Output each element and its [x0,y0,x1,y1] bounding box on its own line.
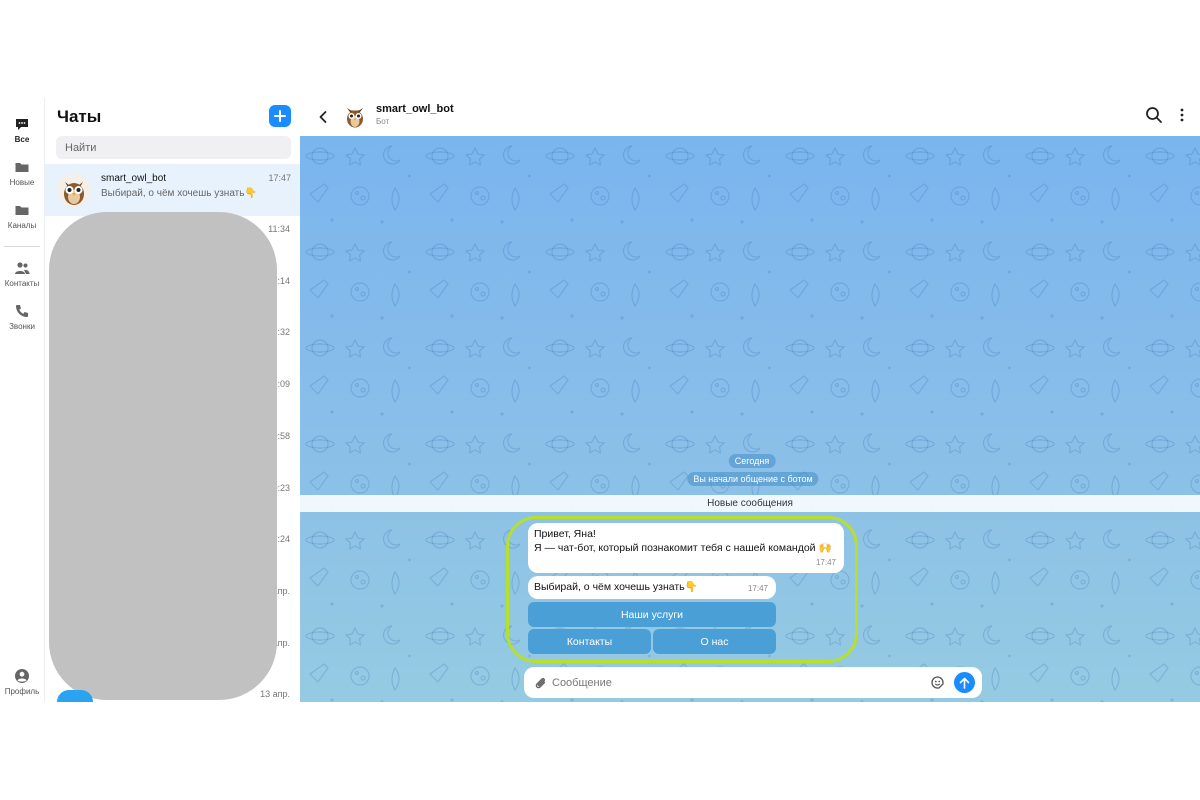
chat-time: 11:34 [268,224,290,234]
message-text: Привет, Яна! [534,528,596,540]
rail-item-profile[interactable]: Профиль [0,668,44,696]
chat-name: smart_owl_bot [101,173,167,184]
message-text: Выбирай, о чём хочешь узнать👇 [534,581,698,593]
conversation-header: smart_owl_bot Бот [300,98,1200,136]
folder-icon [15,163,29,172]
rail-item-label: Контакты [4,279,40,288]
chat-bubble-icon [16,119,28,130]
rail-item-label: Все [14,135,30,144]
rail-item-calls[interactable]: Звонки [0,303,44,331]
message-time: 17:47 [747,584,768,593]
message-text: Я — чат-бот, который познакомит тебя с н… [534,542,832,554]
chat-list-panel: Чаты smart_owl_bot Выбирай, о чём х [44,98,301,702]
rail-divider [4,246,40,247]
contacts-icon [15,262,30,274]
phone-icon [16,305,28,317]
conversation-subtitle: Бот [376,117,390,126]
messenger-app: Все Новые Каналы Контакты Звонки Профиль… [0,98,1200,702]
owl-icon [57,173,91,207]
message-input[interactable] [552,672,922,693]
new-messages-label: Новые сообщения [707,498,793,509]
arrow-up-icon [959,677,970,689]
rail-item-label: Звонки [9,322,35,331]
sticker-icon[interactable] [930,675,945,690]
more-menu-button[interactable] [1175,106,1189,124]
attach-icon[interactable] [533,675,547,690]
chat-row-smart-owl-bot[interactable]: smart_owl_bot Выбирай, о чём хочешь узна… [45,164,301,216]
rail-item-channels[interactable]: Каналы [0,202,44,230]
date-pill: Сегодня [728,454,776,468]
owl-avatar [347,108,363,128]
chat-wallpaper: Сегодня Вы начали общение с ботом Новые … [300,136,1200,702]
conversation-title: smart_owl_bot [376,103,454,115]
avatar [57,690,93,702]
conversation-panel: smart_owl_bot Бот Сегодня Вы начали обще… [300,98,1200,702]
more-vertical-icon [1180,108,1184,122]
new-messages-divider: Новые сообщения [300,495,1200,512]
inline-button-about[interactable]: О нас [653,629,776,654]
message-time: 17:47 [815,558,836,567]
rail-item-label: Новые [9,178,35,187]
message-composer [524,667,982,698]
send-button[interactable] [954,672,975,693]
message-bubble: Выбирай, о чём хочешь узнать👇 17:47 [528,576,776,599]
message-bubble: Привет, Яна! Я — чат-бот, который познак… [528,523,844,573]
redacted-chats-overlay [49,212,277,700]
search-input[interactable] [56,136,291,159]
folder-icon [15,206,29,215]
rail-item-new[interactable]: Новые [0,159,44,187]
chevron-left-icon [319,111,327,123]
back-button[interactable] [314,108,332,126]
folder-rail: Все Новые Каналы Контакты Звонки Профиль [0,98,44,702]
rail-item-all[interactable]: Все [0,116,44,144]
plus-icon [274,110,286,122]
service-message: Вы начали общение с ботом [687,472,819,486]
search-icon[interactable] [1145,106,1163,124]
profile-icon [15,669,29,683]
chat-preview: Выбирай, о чём хочешь узнать👇 [101,188,257,199]
rail-item-label: Каналы [7,221,37,230]
chat-time: 13 апр. [260,689,290,699]
chat-list-title: Чаты [57,107,102,126]
chat-time: 17:47 [268,173,291,183]
inline-button-contacts[interactable]: Контакты [528,629,651,654]
owl-avatar [57,173,91,207]
new-chat-button[interactable] [269,105,291,127]
rail-item-label: Профиль [4,687,40,696]
rail-item-contacts[interactable]: Контакты [0,260,44,288]
inline-button-services[interactable]: Наши услуги [528,602,776,627]
